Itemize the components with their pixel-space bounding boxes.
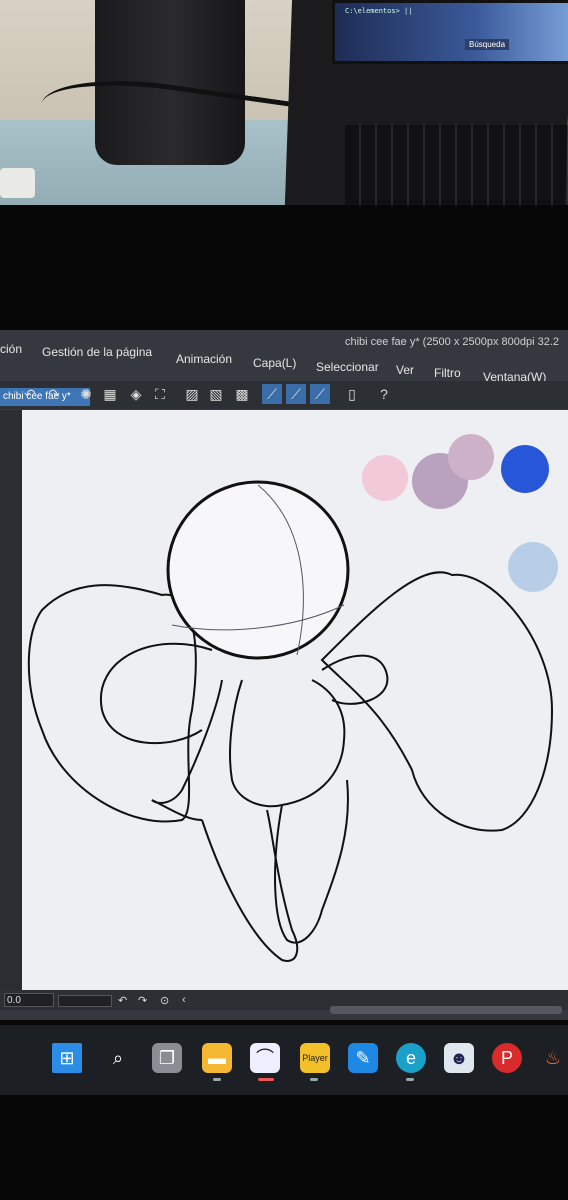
artwork [27,434,558,962]
clip-studio-indicator [258,1078,274,1081]
clip-studio-icon[interactable]: ⌒ [250,1043,280,1073]
mascot-app-icon[interactable]: ☻ [444,1043,474,1073]
left-arm [151,679,223,821]
rotate-right-icon[interactable]: ↷ [138,994,147,1007]
fire-app-icon[interactable]: ♨ [538,1043,568,1073]
palette-color-3 [448,434,494,480]
menu-item-filter[interactable]: Filtro [434,366,461,380]
menu-item-page-management[interactable]: Gestión de la página [42,345,152,359]
transform-icon[interactable]: ▦ [100,384,120,404]
player-label: Player [302,1053,328,1063]
ruler-icon-3[interactable]: ⟋ [310,384,330,404]
left-leg [201,809,299,962]
undo-icon[interactable]: ↶ [20,384,40,404]
layer-icon[interactable]: ▩ [232,384,252,404]
crop-icon[interactable]: ⛶ [150,384,170,404]
drawing-canvas[interactable] [22,410,568,1002]
torso [229,679,346,808]
redo-icon[interactable]: ↷ [44,384,64,404]
menu-item-view[interactable]: Ver [396,363,414,377]
document-title: chibi cee fae y* (2500 x 2500px 800dpi 3… [345,336,560,348]
selection-icon[interactable]: ▧ [206,384,226,404]
laptop-screen: C:\elementos> || Búsqueda [332,0,568,64]
head-circle [166,480,350,660]
scroll-left-icon[interactable]: ‹ [182,994,186,1006]
player-indicator [310,1078,318,1081]
terminal-text: C:\elementos> || [345,7,413,15]
fill-icon[interactable]: ◈ [126,384,146,404]
pot-player-icon[interactable]: Player [300,1043,330,1073]
notepad-icon[interactable]: ✎ [348,1043,378,1073]
right-wing [320,571,554,832]
edge-icon[interactable]: e [396,1043,426,1073]
edge-indicator [406,1078,414,1081]
ruler-icon-2[interactable]: ⟋ [286,384,306,404]
horizontal-scrollbar[interactable] [330,1006,562,1014]
usb-device [0,168,35,198]
psiphon-icon[interactable]: P [492,1043,522,1073]
left-panel [0,410,22,1002]
help-icon[interactable]: ? [374,384,394,404]
zoom-field[interactable]: 0.0 [4,993,54,1007]
hide-icon[interactable]: ▨ [182,384,202,404]
laptop-search-box: Búsqueda [465,39,510,50]
menu-item-layer[interactable]: Capa(L) [253,356,296,370]
loading-icon[interactable]: ✺ [76,384,96,404]
windows-taskbar [0,1025,568,1095]
reset-rotation-icon[interactable]: ⊙ [160,994,169,1007]
ruler-icon-1[interactable]: ⟋ [262,384,282,404]
menu-item-edit[interactable]: ción [0,342,22,356]
rotate-left-icon[interactable]: ↶ [118,994,127,1007]
zoom-slider[interactable] [58,995,112,1007]
palette-color-5 [508,542,558,592]
palette-color-4 [501,445,549,493]
left-wing [27,584,197,823]
file-explorer-icon[interactable]: ▬ [202,1043,232,1073]
explorer-indicator [213,1078,221,1081]
phone-icon[interactable]: ▯ [342,384,362,404]
palette-color-1 [362,455,408,501]
windows-start-icon[interactable]: ⊞ [52,1043,82,1073]
search-icon[interactable]: ⌕ [103,1043,133,1073]
menu-item-select[interactable]: Seleccionar [316,360,379,374]
task-view-icon[interactable]: ❐ [152,1043,182,1073]
menu-item-animation[interactable]: Animación [176,352,232,366]
